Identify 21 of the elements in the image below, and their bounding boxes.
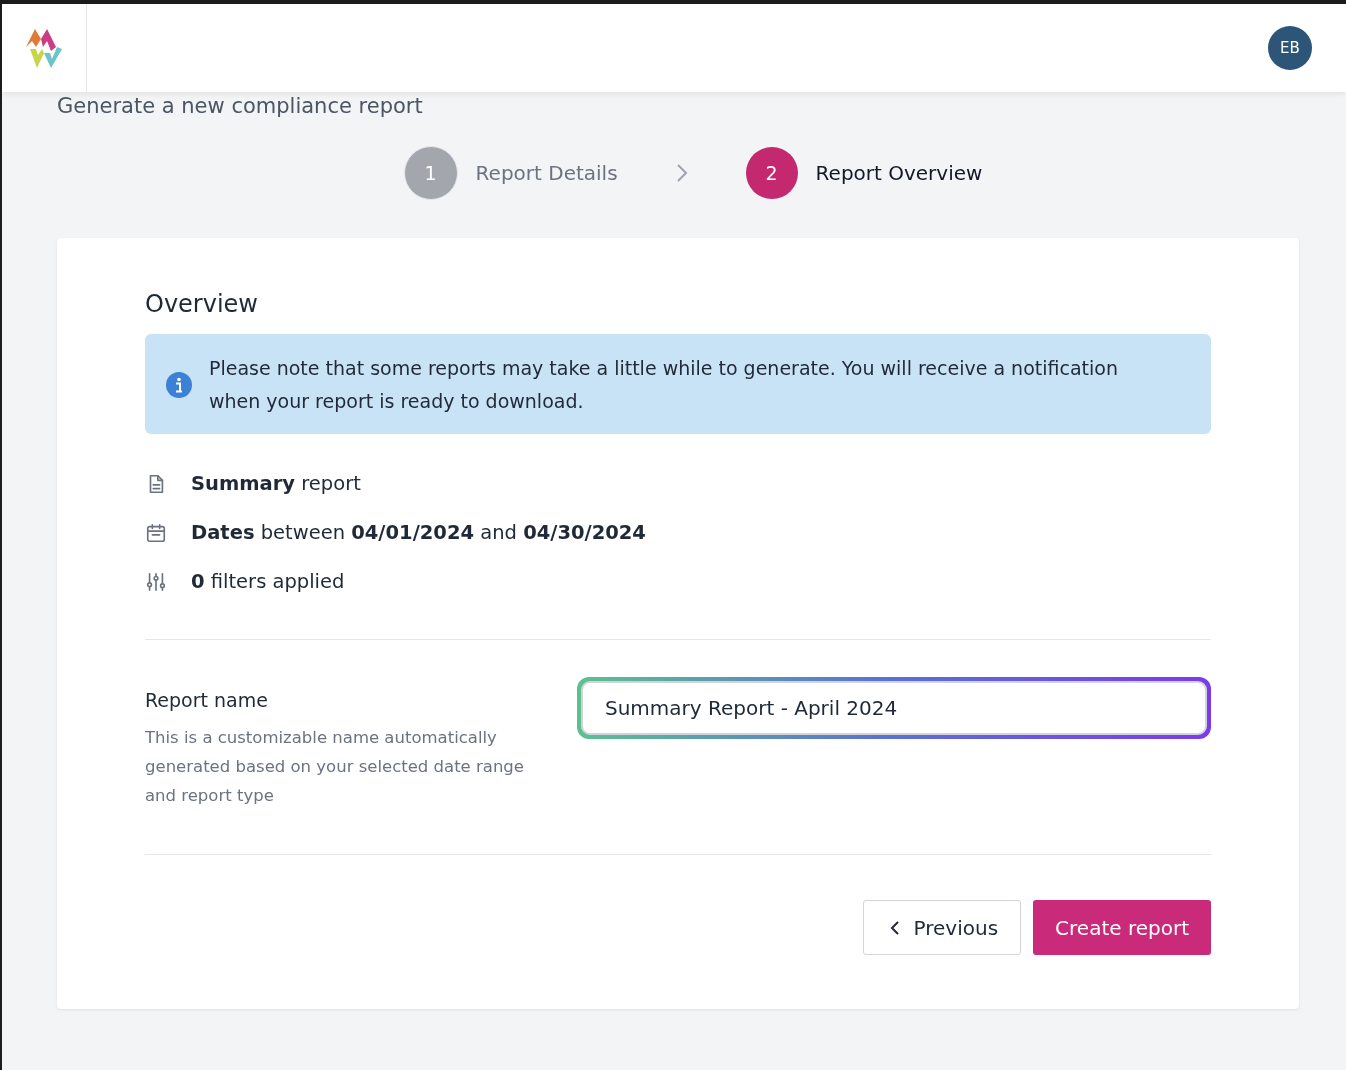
chevron-right-icon xyxy=(675,163,688,183)
notice-text: Please note that some reports may take a little while to generate. You will receive a notification when your report is ready to download. xyxy=(209,356,1119,414)
step-label: Report Overview xyxy=(815,161,983,185)
create-button[interactable]: Create report xyxy=(1033,900,1211,955)
step-number: 1 xyxy=(403,146,458,200)
section-title: Overview xyxy=(145,290,259,318)
field-help-text: This is a customizable name automatically generated based on your selected date range and report type xyxy=(145,727,525,807)
sliders-icon xyxy=(145,570,167,593)
chevron-left-icon xyxy=(889,919,900,936)
info-icon xyxy=(165,371,193,399)
user-avatar[interactable]: EB xyxy=(1268,26,1312,70)
step-label: Report Details xyxy=(475,161,618,185)
previous-button[interactable]: Previous xyxy=(862,900,1022,955)
step-number: 2 xyxy=(745,147,798,199)
summary-text: Summary report xyxy=(191,472,361,495)
summary-text: 0 filters applied xyxy=(191,570,345,593)
summary-text: Dates between 04/01/2024 and 04/30/2024 xyxy=(191,521,646,544)
page-title: Generate a new compliance report xyxy=(57,94,424,118)
field-label: Report name xyxy=(145,689,269,711)
calendar-icon xyxy=(145,521,167,544)
report-name-field[interactable]: Summary Report - April 2024 xyxy=(577,677,1211,739)
